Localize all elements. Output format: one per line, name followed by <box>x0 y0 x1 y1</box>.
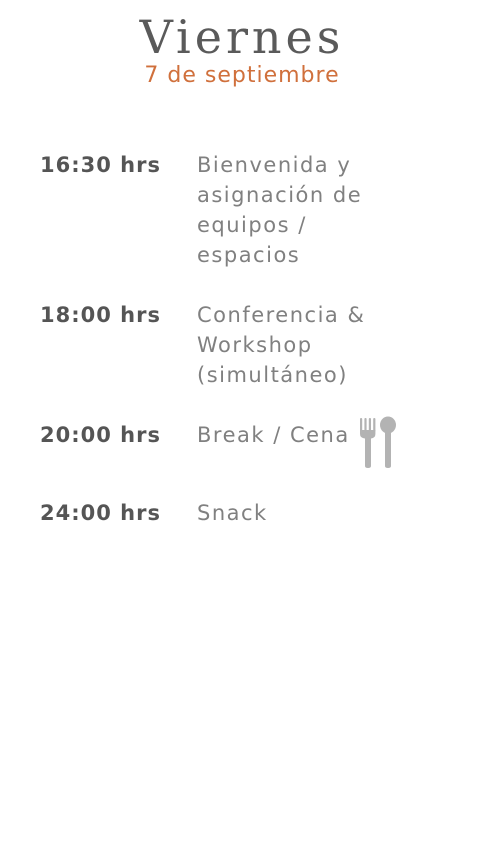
schedule-time: 16:30 hrs <box>40 153 161 177</box>
schedule-page: Viernes 7 de septiembre 16:30 hrs Bienve… <box>0 0 484 846</box>
schedule-time: 20:00 hrs <box>40 423 161 447</box>
schedule-row: 18:00 hrs Conferencia & Workshop (simult… <box>40 300 460 390</box>
schedule-activity-group: Break / Cena <box>197 416 398 468</box>
schedule-activity: Bienvenida y asignación de equipos / esp… <box>197 153 363 267</box>
schedule-activity: Conferencia & Workshop (simultáneo) <box>197 303 366 387</box>
day-header: Viernes 7 de septiembre <box>0 8 484 88</box>
schedule-activity: Break / Cena <box>197 423 350 447</box>
schedule-row: 20:00 hrs Break / Cena <box>40 416 460 468</box>
schedule-row: 24:00 hrs Snack <box>40 498 460 528</box>
schedule-time: 24:00 hrs <box>40 501 161 525</box>
utensils-icon <box>358 416 398 468</box>
schedule-row: 16:30 hrs Bienvenida y asignación de equ… <box>40 150 460 270</box>
date-subtitle: 7 de septiembre <box>144 63 340 88</box>
schedule-time: 18:00 hrs <box>40 303 161 327</box>
page-title: Viernes <box>139 10 345 64</box>
schedule-activity: Snack <box>197 501 268 525</box>
schedule-list: 16:30 hrs Bienvenida y asignación de equ… <box>40 150 460 558</box>
